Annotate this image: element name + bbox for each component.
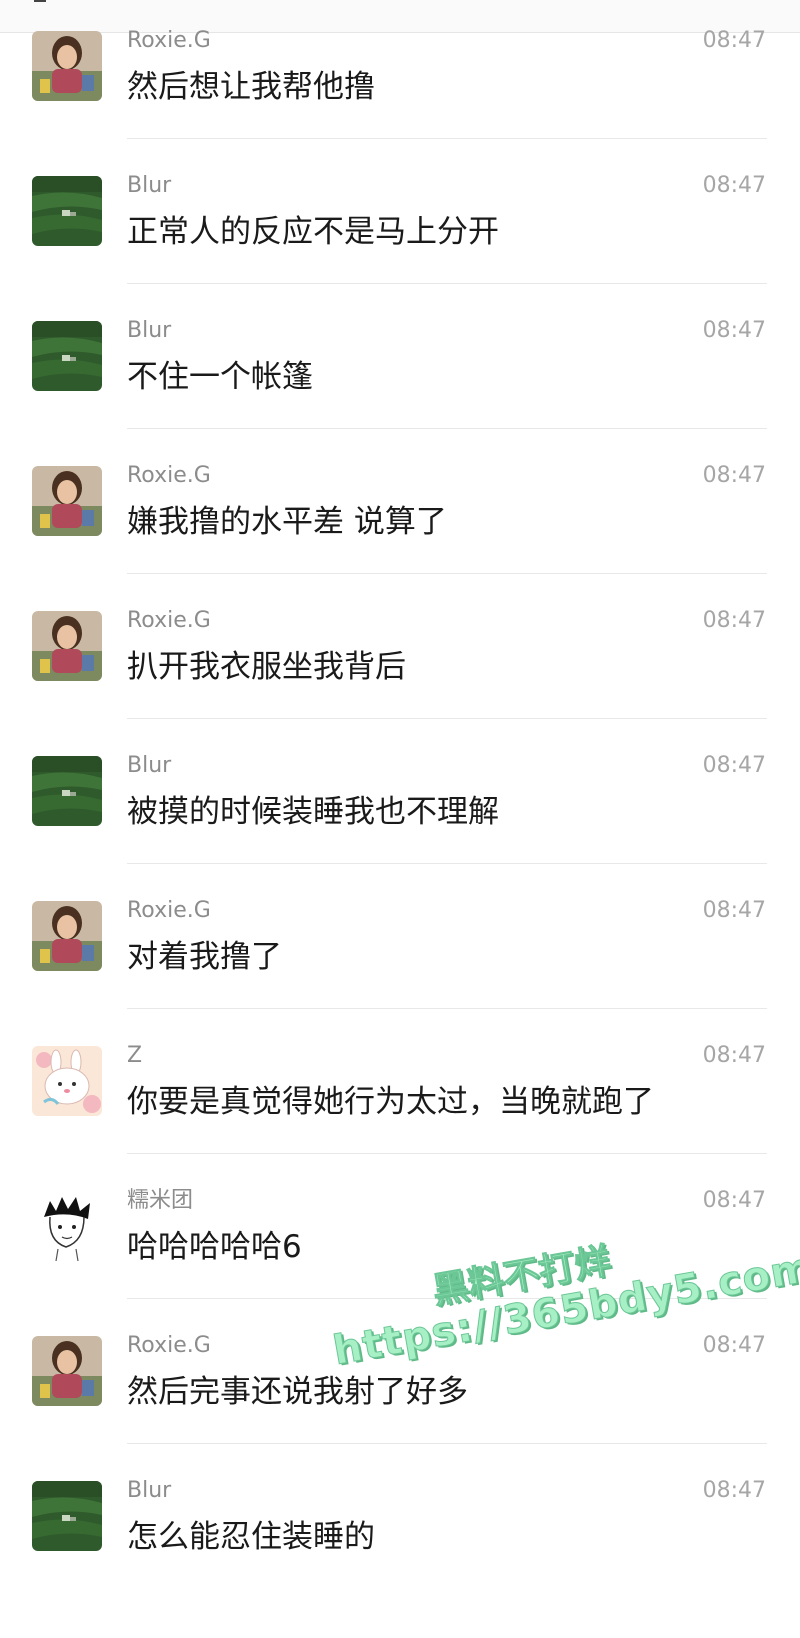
sender-name: Blur (127, 318, 172, 343)
sender-name: Roxie.G (127, 608, 211, 633)
message-text: 然后想让我帮他撸 (127, 69, 375, 105)
sender-name: Z (127, 1043, 143, 1068)
message-time: 08:47 (702, 1333, 766, 1358)
chat-message[interactable]: Roxie.G 08:47 对着我撸了 (0, 898, 800, 1052)
message-text: 怎么能忍住装睡的 (127, 1519, 375, 1555)
chat-message[interactable]: 糯米团 08:47 哈哈哈哈哈6 (0, 1188, 800, 1342)
message-divider (127, 1008, 767, 1009)
message-time: 08:47 (702, 318, 766, 343)
message-time: 08:47 (702, 898, 766, 923)
message-text: 扒开我衣服坐我背后 (127, 649, 406, 685)
sender-name: Blur (127, 173, 172, 198)
portrait-avatar-icon[interactable] (32, 31, 102, 101)
sender-name: Roxie.G (127, 1333, 211, 1358)
portrait-avatar-icon[interactable] (32, 466, 102, 536)
top-bar (0, 0, 800, 33)
message-text: 哈哈哈哈哈6 (127, 1229, 302, 1265)
message-text: 不住一个帐篷 (127, 359, 313, 395)
chat-message[interactable]: Blur 08:47 怎么能忍住装睡的 (0, 1478, 800, 1632)
message-time: 08:47 (702, 1043, 766, 1068)
message-divider (127, 283, 767, 284)
message-text: 嫌我撸的水平差 说算了 (127, 504, 447, 540)
message-text: 正常人的反应不是马上分开 (127, 214, 499, 250)
portrait-avatar-icon[interactable] (32, 611, 102, 681)
back-icon[interactable] (34, 0, 46, 2)
message-divider (127, 1443, 767, 1444)
chat-message[interactable]: Z 08:47 你要是真觉得她行为太过，当晚就跑了 (0, 1043, 800, 1197)
message-text: 对着我撸了 (127, 939, 282, 975)
chat-message[interactable]: Roxie.G 08:47 嫌我撸的水平差 说算了 (0, 463, 800, 617)
chat-message[interactable]: Roxie.G 08:47 扒开我衣服坐我背后 (0, 608, 800, 762)
sender-name: Blur (127, 753, 172, 778)
chat-message[interactable]: Blur 08:47 被摸的时候装睡我也不理解 (0, 753, 800, 907)
message-divider (127, 1153, 767, 1154)
message-time: 08:47 (702, 1478, 766, 1503)
chat-message[interactable]: Roxie.G 08:47 然后完事还说我射了好多 (0, 1333, 800, 1487)
grass-field-avatar-icon[interactable] (32, 176, 102, 246)
chat-message[interactable]: Roxie.G 08:47 然后想让我帮他撸 (0, 28, 800, 182)
portrait-avatar-icon[interactable] (32, 901, 102, 971)
message-divider (127, 718, 767, 719)
grass-field-avatar-icon[interactable] (32, 1481, 102, 1551)
sketch-boy-avatar-icon[interactable] (32, 1191, 102, 1261)
message-text: 被摸的时候装睡我也不理解 (127, 794, 499, 830)
grass-field-avatar-icon[interactable] (32, 756, 102, 826)
grass-field-avatar-icon[interactable] (32, 321, 102, 391)
message-time: 08:47 (702, 1188, 766, 1213)
sender-name: Blur (127, 1478, 172, 1503)
message-divider (127, 573, 767, 574)
cartoon-bunny-avatar-icon[interactable] (32, 1046, 102, 1116)
message-divider (127, 1298, 767, 1299)
chat-message[interactable]: Blur 08:47 正常人的反应不是马上分开 (0, 173, 800, 327)
chat-message[interactable]: Blur 08:47 不住一个帐篷 (0, 318, 800, 472)
sender-name: Roxie.G (127, 463, 211, 488)
message-time: 08:47 (702, 28, 766, 53)
message-divider (127, 428, 767, 429)
message-divider (127, 138, 767, 139)
message-text: 你要是真觉得她行为太过，当晚就跑了 (127, 1084, 654, 1120)
message-time: 08:47 (702, 463, 766, 488)
sender-name: 糯米团 (127, 1188, 194, 1213)
sender-name: Roxie.G (127, 28, 211, 53)
portrait-avatar-icon[interactable] (32, 1336, 102, 1406)
message-time: 08:47 (702, 753, 766, 778)
message-divider (127, 863, 767, 864)
sender-name: Roxie.G (127, 898, 211, 923)
message-text: 然后完事还说我射了好多 (127, 1374, 468, 1410)
message-time: 08:47 (702, 608, 766, 633)
message-time: 08:47 (702, 173, 766, 198)
